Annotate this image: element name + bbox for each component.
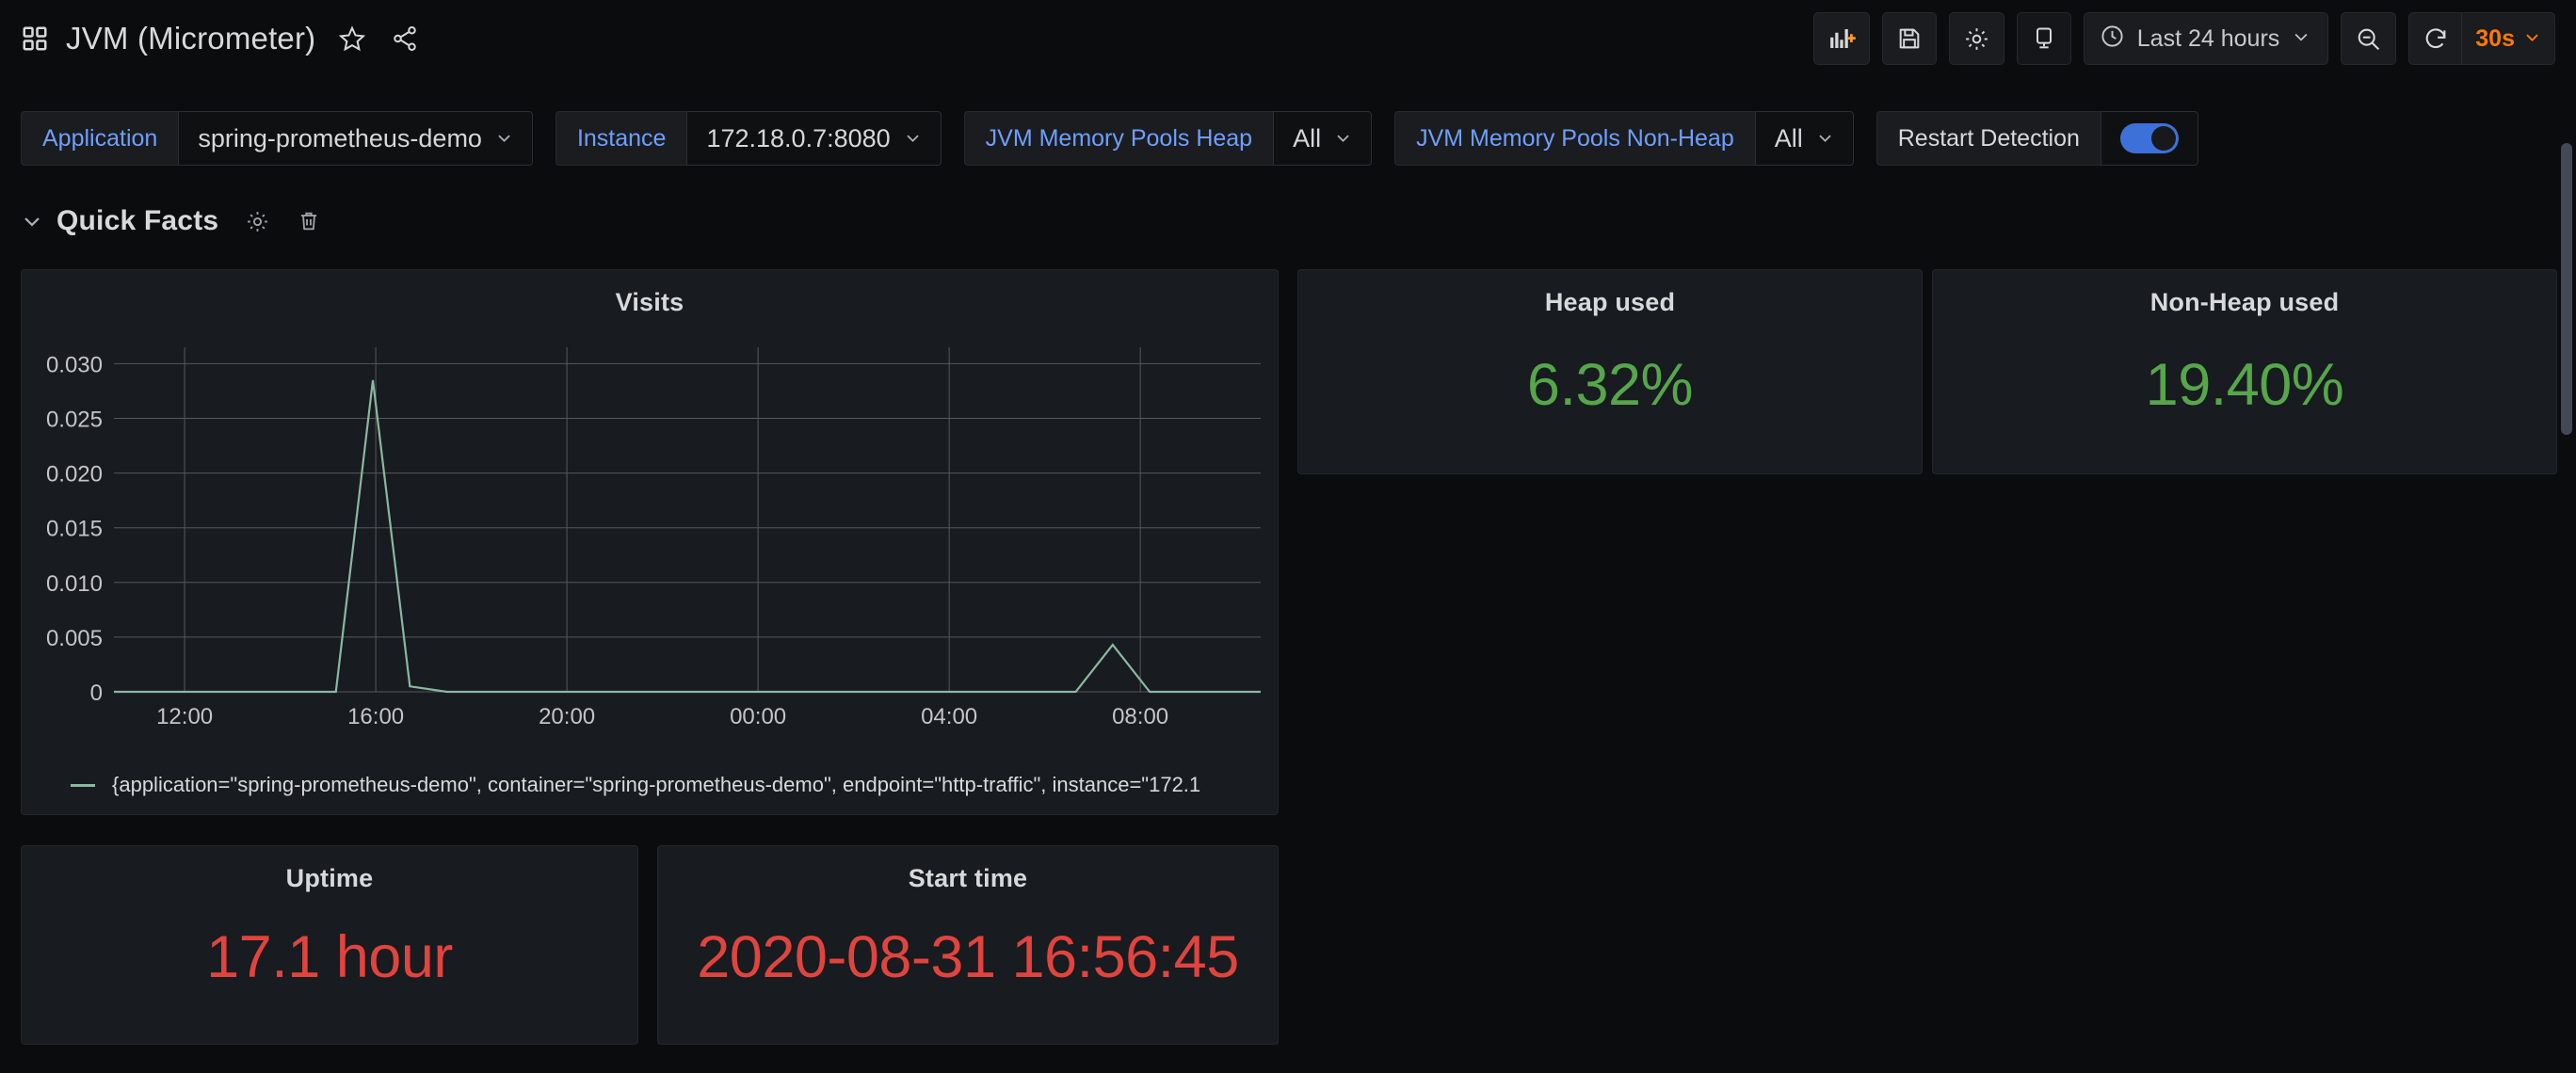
y-axis-tick-label: 0.025 <box>46 408 103 433</box>
panel-title: Heap used <box>1298 270 1922 317</box>
variable-application: Application spring-prometheus-demo <box>21 111 533 166</box>
variable-select[interactable]: All <box>1273 111 1372 166</box>
variable-label: JVM Memory Pools Heap <box>964 111 1273 166</box>
row-title: Quick Facts <box>56 205 218 237</box>
chevron-down-icon <box>1334 124 1352 153</box>
navbar-left-group: JVM (Micrometer) <box>21 21 421 56</box>
y-axis-tick-label: 0.030 <box>46 352 103 377</box>
x-axis-tick-label: 16:00 <box>347 704 404 729</box>
panel-title: Start time <box>658 846 1278 893</box>
legend-color-swatch <box>71 784 95 787</box>
x-axis-tick-label: 08:00 <box>1112 704 1168 729</box>
y-axis-tick-label: 0 <box>90 681 103 706</box>
chevron-down-icon <box>904 124 922 153</box>
variable-label: JVM Memory Pools Non-Heap <box>1394 111 1755 166</box>
panel-title: Visits <box>22 270 1278 317</box>
y-axis-tick-label: 0.020 <box>46 462 103 488</box>
panel-non-heap-used: Non-Heap used 19.40% <box>1932 269 2557 474</box>
dashboard-grid-icon[interactable] <box>21 24 49 53</box>
panel-title: Non-Heap used <box>1933 270 2556 317</box>
chart-series-line <box>114 380 1261 692</box>
x-axis-tick-label: 12:00 <box>156 704 213 729</box>
refresh-interval[interactable]: 30s <box>2462 25 2554 53</box>
chart-legend: {application="spring-prometheus-demo", c… <box>22 773 1280 797</box>
x-axis-tick-label: 04:00 <box>921 704 977 729</box>
panel-visits: Visits 0 0.005 0.010 0.015 0.020 0.025 0.030 12… <box>21 269 1279 815</box>
x-axis-tick-label: 20:00 <box>539 704 595 729</box>
variable-label: Application <box>21 111 178 166</box>
variable-jvm-memory-pools-non-heap: JVM Memory Pools Non-Heap All <box>1394 111 1854 166</box>
panel-start-time: Start time 2020-08-31 16:56:45 <box>657 845 1279 1045</box>
y-axis-tick-label: 0.015 <box>46 517 103 542</box>
panel-heap-used: Heap used 6.32% <box>1297 269 1923 474</box>
variable-label: Instance <box>555 111 687 166</box>
variable-label: Restart Detection <box>1876 111 2101 166</box>
visits-timeseries-chart[interactable]: 0 0.005 0.010 0.015 0.020 0.025 0.030 12:00 16:0… <box>22 332 1280 750</box>
variable-instance: Instance 172.18.0.7:8080 <box>555 111 942 166</box>
clock-icon <box>2100 24 2125 54</box>
time-range-picker[interactable]: Last 24 hours <box>2084 12 2329 65</box>
variable-select[interactable]: All <box>1755 111 1854 166</box>
x-axis-tick-label: 00:00 <box>730 704 786 729</box>
restart-detection-toggle-wrap <box>2101 111 2198 166</box>
restart-detection-toggle[interactable] <box>2120 123 2179 153</box>
y-axis-tick-label: 0.010 <box>46 571 103 597</box>
variable-restart-detection: Restart Detection <box>1876 111 2198 166</box>
chevron-down-icon[interactable] <box>21 210 43 232</box>
row-delete-trash-icon[interactable] <box>297 209 321 233</box>
page-scrollbar[interactable] <box>2561 143 2572 435</box>
y-axis-tick-label: 0.005 <box>46 626 103 651</box>
row-header-quick-facts[interactable]: Quick Facts <box>21 205 321 237</box>
variable-select[interactable]: spring-prometheus-demo <box>178 111 533 166</box>
variable-value: 172.18.0.7:8080 <box>706 124 890 153</box>
refresh-interval-label: 30s <box>2475 25 2515 53</box>
variable-select[interactable]: 172.18.0.7:8080 <box>686 111 941 166</box>
variable-jvm-memory-pools-heap: JVM Memory Pools Heap All <box>964 111 1372 166</box>
top-navbar: JVM (Micrometer) <box>0 0 2576 77</box>
variable-value: All <box>1293 124 1321 153</box>
panel-title: Uptime <box>22 846 637 893</box>
row-settings-gear-icon[interactable] <box>245 209 270 234</box>
refresh-picker[interactable]: 30s <box>2408 12 2555 65</box>
chevron-down-icon <box>2523 25 2541 53</box>
dashboard-settings-button[interactable] <box>1949 12 2004 65</box>
add-panel-button[interactable] <box>1813 12 1870 65</box>
navbar-right-group: Last 24 hours 30s <box>1813 12 2555 65</box>
stat-value: 17.1 hour <box>22 923 637 991</box>
time-range-label: Last 24 hours <box>2137 25 2280 53</box>
template-variables-bar: Application spring-prometheus-demo Insta… <box>0 104 2576 173</box>
page-title: JVM (Micrometer) <box>66 21 315 56</box>
zoom-out-time-button[interactable] <box>2341 12 2396 65</box>
stat-value: 19.40% <box>1933 351 2556 419</box>
save-dashboard-button[interactable] <box>1882 12 1937 65</box>
star-icon[interactable] <box>336 23 368 55</box>
legend-series-label[interactable]: {application="spring-prometheus-demo", c… <box>112 773 1200 797</box>
share-icon[interactable] <box>389 23 421 55</box>
stat-value: 6.32% <box>1298 351 1922 419</box>
chevron-down-icon <box>2292 27 2310 51</box>
variable-value: All <box>1775 124 1803 153</box>
variable-value: spring-prometheus-demo <box>198 124 482 153</box>
chevron-down-icon <box>1816 124 1834 153</box>
panel-uptime: Uptime 17.1 hour <box>21 845 638 1045</box>
refresh-icon[interactable] <box>2409 13 2462 64</box>
chevron-down-icon <box>495 124 513 153</box>
stat-value: 2020-08-31 16:56:45 <box>658 923 1278 991</box>
tv-mode-button[interactable] <box>2017 12 2071 65</box>
visits-chart-svg: 0 0.005 0.010 0.015 0.020 0.025 0.030 12:00 16:0… <box>22 332 1280 750</box>
